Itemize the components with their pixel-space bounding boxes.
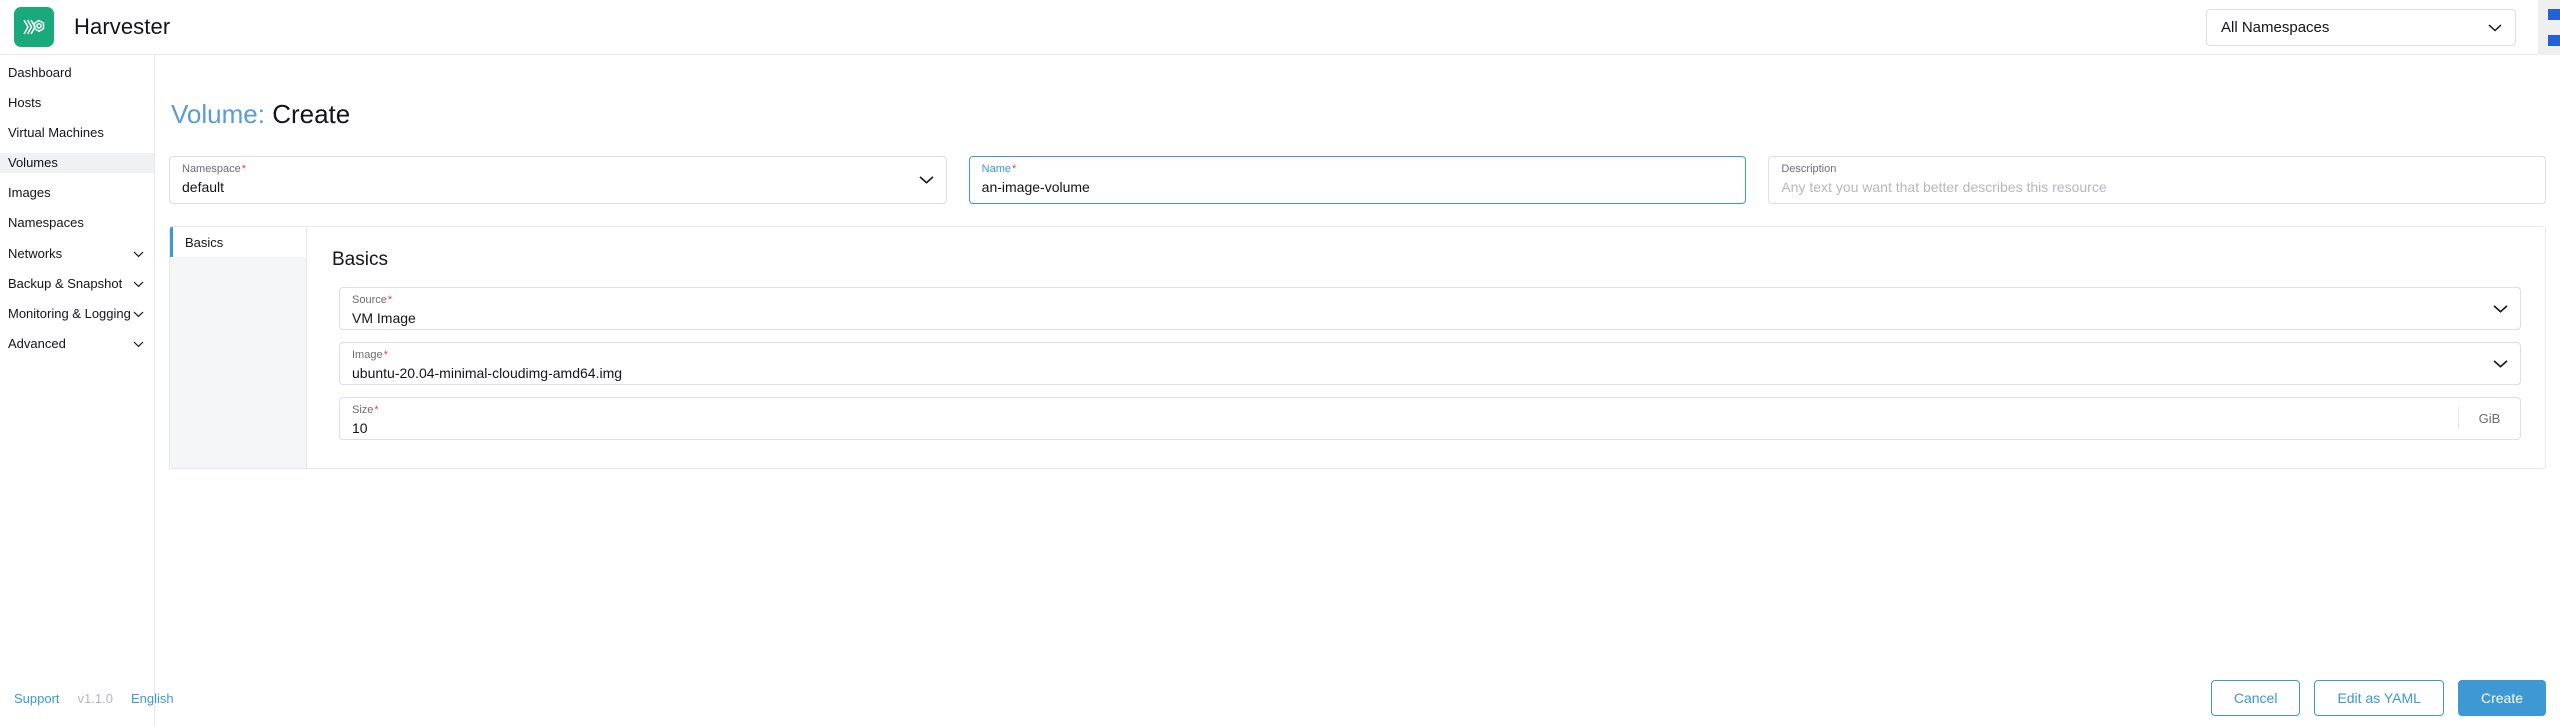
nav-group-spacer	[0, 233, 154, 244]
user-menu-bar-top	[2548, 9, 2560, 20]
support-link[interactable]: Support	[14, 691, 60, 706]
sidebar: Dashboard Hosts Virtual Machines Volumes…	[0, 55, 155, 670]
namespace-label: Namespace*	[182, 163, 246, 175]
main-scroll-area: Volume: Create Namespace* default Name* …	[155, 55, 2560, 670]
app-body: Dashboard Hosts Virtual Machines Volumes…	[0, 55, 2560, 670]
required-marker: *	[374, 404, 379, 416]
page-title-suffix: Create	[272, 99, 351, 129]
namespace-filter-value: All Namespaces	[2221, 19, 2330, 36]
harvester-app: Harvester All Namespaces Dashboard Hosts…	[0, 0, 2560, 726]
top-bar-right: All Namespaces	[2206, 0, 2560, 55]
name-input[interactable]: an-image-volume	[982, 176, 1734, 198]
cancel-button[interactable]: Cancel	[2210, 680, 2301, 716]
chevron-down-icon	[133, 251, 144, 258]
sidebar-item-label: Monitoring & Logging	[8, 306, 131, 321]
version-label: v1.1.0	[77, 690, 113, 706]
required-marker: *	[241, 163, 246, 175]
harvester-logo-icon	[14, 7, 54, 47]
namespace-filter-select[interactable]: All Namespaces	[2206, 9, 2516, 46]
image-select[interactable]: Image* ubuntu-20.04-minimal-cloudimg-amd…	[339, 342, 2521, 385]
chevron-down-icon	[2493, 304, 2508, 313]
header-field-row: Namespace* default Name* an-image-volume	[169, 156, 2547, 204]
pane-title: Basics	[332, 249, 388, 270]
page-title-prefix: Volume:	[171, 99, 265, 129]
create-button[interactable]: Create	[2457, 680, 2546, 716]
chevron-down-icon	[919, 176, 934, 185]
edit-as-yaml-button[interactable]: Edit as YAML	[2314, 680, 2444, 716]
sidebar-item-images[interactable]: Images	[0, 183, 154, 203]
chevron-down-icon	[133, 311, 144, 318]
description-input[interactable]: Any text you want that better describes …	[1781, 176, 2533, 198]
chevron-down-icon	[133, 281, 144, 288]
sidebar-item-label: Backup & Snapshot	[8, 276, 123, 291]
sidebar-item-dashboard[interactable]: Dashboard	[0, 63, 154, 83]
tab-label: Basics	[185, 234, 224, 250]
description-field[interactable]: Description Any text you want that bette…	[1768, 156, 2547, 204]
size-input-wrap[interactable]: Size* 10	[340, 398, 2458, 439]
sidebar-item-label: Images	[8, 185, 51, 200]
footer: Support v1.1.0 English Cancel Edit as YA…	[0, 670, 2560, 726]
description-label: Description	[1781, 163, 1837, 175]
size-unit-label: GiB	[2458, 407, 2520, 430]
top-bar: Harvester All Namespaces	[0, 0, 2560, 55]
chevron-down-icon	[2488, 23, 2502, 32]
name-field[interactable]: Name* an-image-volume	[968, 156, 1747, 204]
size-label: Size*	[352, 404, 379, 416]
sidebar-item-virtual-machines[interactable]: Virtual Machines	[0, 123, 154, 143]
language-link[interactable]: English	[131, 691, 174, 706]
required-marker: *	[383, 349, 388, 361]
footer-left: Support v1.1.0 English	[0, 670, 174, 726]
tab-basics[interactable]: Basics	[170, 227, 306, 257]
size-input[interactable]: 10	[352, 417, 2446, 439]
chevron-down-icon	[2493, 359, 2508, 368]
sidebar-item-namespaces[interactable]: Namespaces	[0, 213, 154, 233]
page-title: Volume: Create	[169, 55, 2546, 156]
sidebar-item-backup-and-snapshot[interactable]: Backup & Snapshot	[0, 274, 154, 294]
sidebar-item-label: Hosts	[8, 95, 42, 110]
sidebar-item-label: Namespaces	[8, 215, 84, 230]
sidebar-item-label: Advanced	[8, 336, 66, 351]
namespace-select[interactable]: Namespace* default	[169, 156, 947, 204]
tab-pane-basics: Basics Source* VM Image Image* ubuntu-20…	[307, 227, 2545, 468]
sidebar-item-label: Virtual Machines	[8, 125, 104, 140]
brand[interactable]: Harvester	[0, 7, 170, 47]
sidebar-item-label: Networks	[8, 246, 63, 261]
main-content: Volume: Create Namespace* default Name* …	[155, 55, 2560, 670]
sidebar-item-label: Volumes	[8, 155, 58, 170]
sidebar-item-monitoring-and-logging[interactable]: Monitoring & Logging	[0, 304, 154, 324]
tab-column: Basics	[170, 227, 307, 468]
user-menu-bar-bottom	[2548, 35, 2560, 46]
source-label: Source*	[352, 294, 393, 306]
image-value: ubuntu-20.04-minimal-cloudimg-amd64.img	[352, 365, 623, 381]
user-menu-icon[interactable]	[2538, 0, 2560, 55]
form-tab-card: Basics Basics Source* VM Image Image* ub…	[169, 226, 2546, 469]
sidebar-item-hosts[interactable]: Hosts	[0, 93, 154, 113]
sidebar-item-networks[interactable]: Networks	[0, 244, 154, 264]
footer-actions: Cancel Edit as YAML Create	[2210, 670, 2546, 726]
chevron-down-icon	[133, 341, 144, 348]
namespace-value: default	[182, 179, 225, 195]
required-marker: *	[1012, 163, 1017, 175]
sidebar-item-label: Dashboard	[8, 65, 72, 80]
basics-fields: Source* VM Image Image* ubuntu-20.04-min…	[331, 287, 2521, 440]
required-marker: *	[387, 294, 393, 306]
source-select[interactable]: Source* VM Image	[339, 287, 2521, 330]
sidebar-item-advanced[interactable]: Advanced	[0, 334, 154, 354]
brand-name: Harvester	[74, 14, 171, 39]
source-value: VM Image	[352, 310, 416, 326]
image-label: Image*	[352, 349, 388, 361]
sidebar-item-volumes[interactable]: Volumes	[0, 153, 154, 173]
size-field[interactable]: Size* 10 GiB	[339, 397, 2521, 440]
name-label: Name*	[981, 163, 1017, 175]
